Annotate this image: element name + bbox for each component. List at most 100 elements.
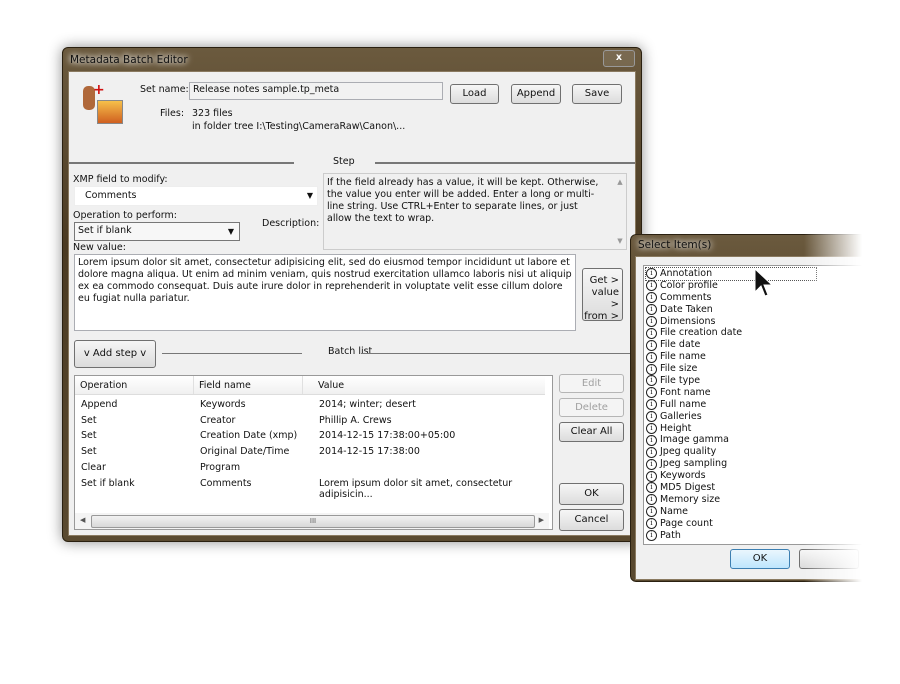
table-row[interactable]: Set Original Date/Time 2014-12-15 17:38:00 — [81, 446, 552, 462]
list-item[interactable]: i Date Taken — [646, 304, 864, 316]
xmp-field-dropdown[interactable]: Comments ▼ — [74, 186, 318, 206]
list-item[interactable]: i Memory size — [646, 494, 864, 506]
cell-value: 2014-12-15 17:38:00 — [319, 446, 420, 458]
cell-value: 2014-12-15 17:38:00+05:00 — [319, 430, 456, 442]
chevron-down-icon: ▼ — [306, 191, 313, 200]
list-item[interactable]: i Font name — [646, 387, 864, 399]
cell-operation: Append — [81, 399, 118, 410]
list-item[interactable]: i File date — [646, 339, 864, 351]
column-header-field-name[interactable]: Field name — [199, 380, 251, 391]
delete-button[interactable]: Delete — [559, 398, 624, 417]
table-row[interactable]: Set Creator Phillip A. Crews — [81, 415, 552, 431]
edit-button[interactable]: Edit — [559, 374, 624, 393]
cell-operation: Clear — [81, 461, 106, 473]
select-ok-button[interactable]: OK — [730, 549, 790, 569]
cell-operation: Set if blank — [81, 477, 135, 489]
new-value-label: New value: — [73, 242, 126, 253]
info-icon: i — [646, 482, 657, 494]
description-label: Description: — [262, 218, 320, 229]
info-icon: i — [646, 292, 657, 304]
table-header: Operation Field name Value — [75, 376, 545, 395]
list-item[interactable]: i File creation date — [646, 327, 864, 339]
list-item[interactable]: i Galleries — [646, 411, 864, 423]
load-button[interactable]: Load — [450, 84, 499, 104]
get-value-line-2: value > — [591, 287, 619, 310]
info-icon: i — [646, 446, 657, 458]
list-item[interactable]: i File size — [646, 363, 864, 375]
list-item[interactable]: i File type — [646, 375, 864, 387]
info-icon: i — [646, 434, 657, 446]
operation-dropdown[interactable]: Set if blank ▼ — [74, 222, 240, 241]
list-item[interactable]: i Dimensions — [646, 316, 864, 328]
info-icon: i — [646, 363, 657, 375]
info-icon: i — [646, 268, 657, 280]
list-item-label: Name — [660, 505, 689, 517]
column-header-value[interactable]: Value — [318, 380, 344, 391]
list-item-label: Path — [660, 529, 681, 541]
info-icon: i — [646, 327, 657, 339]
list-item-label: Page count — [660, 517, 713, 529]
cell-field-name: Creation Date (xmp) — [200, 430, 298, 442]
list-item[interactable]: i Path — [646, 530, 864, 542]
list-item-label: Height — [660, 422, 692, 434]
item-list[interactable]: i Annotation i Color profile i Comments i Date … — [643, 265, 865, 545]
table-row[interactable]: Set Creation Date (xmp) 2014-12-15 17:38:0… — [81, 430, 552, 446]
xmp-field-label: XMP field to modify: — [73, 174, 168, 185]
select-items-client: i Annotation i Color profile i Comments i Date … — [635, 256, 865, 580]
list-item[interactable]: i Name — [646, 506, 864, 518]
list-item-label: Keywords — [660, 470, 706, 482]
info-icon: i — [646, 506, 657, 518]
step-separator-left — [69, 162, 294, 164]
close-button[interactable]: x — [603, 50, 635, 67]
scroll-right-icon[interactable]: ▶ — [539, 516, 544, 524]
list-item[interactable]: i Page count — [646, 518, 864, 530]
scroll-thumb[interactable]: III — [91, 515, 535, 528]
list-item[interactable]: i File name — [646, 351, 864, 363]
select-items-window: Select Item(s) i Annotation i Color profile… — [630, 234, 865, 582]
set-name-input[interactable]: Release notes sample.tp_meta — [189, 82, 443, 100]
list-item[interactable]: i MD5 Digest — [646, 482, 864, 494]
list-item-label: Full name — [660, 398, 707, 410]
list-item[interactable]: i Keywords — [646, 470, 864, 482]
batch-separator-right — [361, 353, 635, 354]
column-header-operation[interactable]: Operation — [80, 380, 127, 391]
get-value-from-button[interactable]: Get > value > from > — [582, 268, 623, 322]
operation-label: Operation to perform: — [73, 210, 177, 221]
list-item-label: Jpeg sampling — [660, 458, 728, 470]
list-item[interactable]: i Image gamma — [646, 434, 864, 446]
step-header: Step — [333, 156, 355, 167]
info-icon: i — [646, 458, 657, 470]
info-icon: i — [646, 411, 657, 423]
list-item-label: File date — [660, 339, 701, 351]
select-cancel-button[interactable] — [799, 549, 859, 569]
batch-list-header: Batch list — [328, 346, 373, 357]
list-item[interactable]: i Full name — [646, 399, 864, 411]
save-button[interactable]: Save — [572, 84, 622, 104]
list-item[interactable]: i Jpeg quality — [646, 446, 864, 458]
list-item-label: File size — [660, 363, 698, 375]
files-count: 323 files — [192, 108, 233, 119]
table-row[interactable]: Set if blank Comments Lorem ipsum dolor si… — [81, 477, 552, 500]
mouse-cursor-icon — [754, 268, 774, 297]
table-row[interactable]: Clear Program — [81, 462, 552, 478]
step-separator-right — [375, 162, 635, 164]
append-button[interactable]: Append — [511, 84, 561, 104]
list-item[interactable]: i Height — [646, 423, 864, 435]
new-value-textarea[interactable]: Lorem ipsum dolor sit amet, consectetur … — [74, 254, 576, 331]
table-row[interactable]: Append Keywords 2014; winter; desert — [81, 399, 552, 415]
description-scrollbar[interactable]: ▲ ▼ — [614, 174, 626, 249]
clear-all-button[interactable]: Clear All — [559, 422, 624, 442]
list-item[interactable]: i Jpeg sampling — [646, 458, 864, 470]
horizontal-scrollbar[interactable]: ◀ III ▶ — [75, 513, 549, 529]
cell-field-name: Comments — [200, 477, 252, 489]
list-item[interactable]: i Annotation — [645, 267, 817, 281]
cancel-button[interactable]: Cancel — [559, 509, 624, 531]
scroll-left-icon[interactable]: ◀ — [80, 516, 85, 524]
ok-button[interactable]: OK — [559, 483, 624, 505]
add-step-button[interactable]: v Add step v — [74, 340, 156, 368]
batch-list-table: Operation Field name Value Append Keyword… — [74, 375, 553, 530]
get-value-line-1: Get > — [589, 275, 619, 286]
list-item-label: File creation date — [660, 327, 743, 339]
files-label: Files: — [160, 108, 185, 119]
batch-separator-left — [162, 353, 302, 354]
